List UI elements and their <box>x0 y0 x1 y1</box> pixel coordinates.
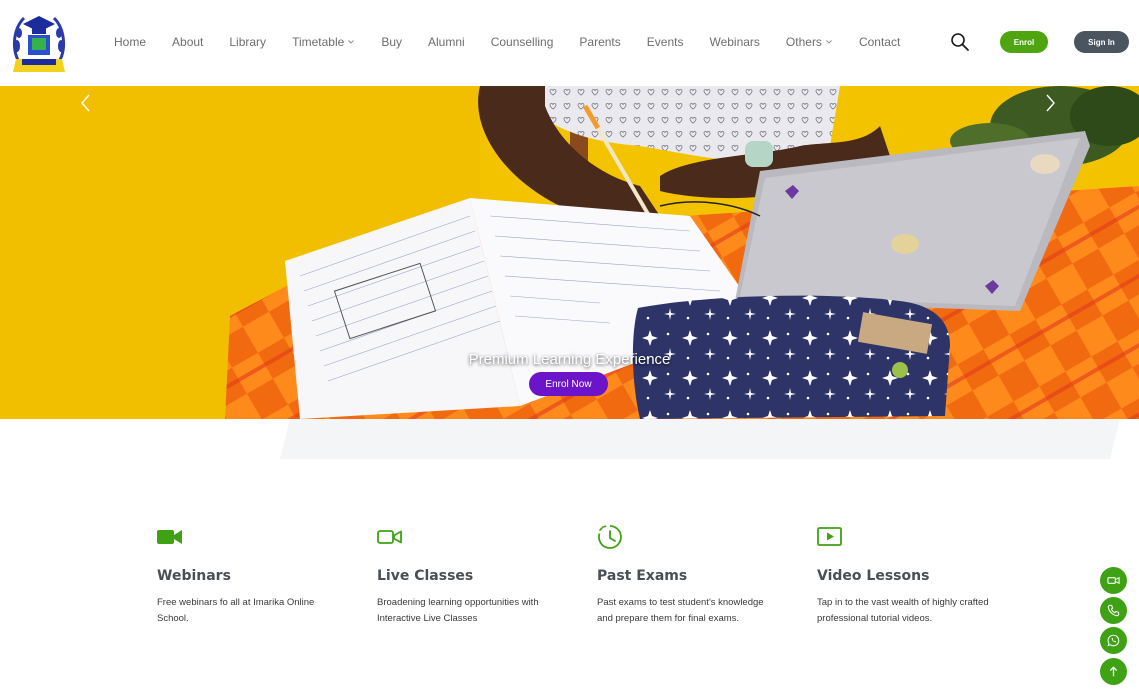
video-outline-icon <box>377 530 402 544</box>
feature-text: Tap in to the vast wealth of highly craf… <box>817 597 989 624</box>
nav-item-webinars[interactable]: Webinars <box>709 35 759 49</box>
chevron-down-icon <box>348 40 355 44</box>
video-call-button[interactable] <box>1100 567 1127 594</box>
feature-past-exams[interactable]: Past Exams Past exams to test student's … <box>597 524 797 627</box>
video-call-icon <box>1107 576 1120 585</box>
nav-item-library[interactable]: Library <box>229 35 266 49</box>
hero-slider: Premium Learning Experience Enrol Now <box>0 86 1139 419</box>
enrol-now-button[interactable]: Enrol Now <box>529 372 608 396</box>
nav-item-others[interactable]: Others <box>786 35 833 49</box>
whatsapp-icon <box>1107 634 1120 647</box>
nav-item-parents[interactable]: Parents <box>579 35 620 49</box>
nav-item-label: Events <box>646 35 684 49</box>
hero-image <box>0 86 1139 419</box>
feature-text: Past exams to test student's knowledge a… <box>597 597 764 624</box>
nav-item-label: Others <box>785 35 822 49</box>
feature-live-classes[interactable]: Live Classes Broadening learning opportu… <box>377 524 577 627</box>
feature-text: Broadening learning opportunities with I… <box>377 597 539 624</box>
clock-icon <box>598 525 622 549</box>
hero-caption: Premium Learning Experience <box>468 351 671 368</box>
page: Home About Library Timetable Buy Alumni Counse… <box>0 0 1139 692</box>
feature-text: Free webinars fo all at Imarika Online S… <box>157 597 315 624</box>
arrow-up-icon <box>1109 666 1118 677</box>
nav-item-label: Timetable <box>292 35 345 49</box>
nav-item-events[interactable]: Events <box>647 35 684 49</box>
top-navbar: Home About Library Timetable Buy Alumni Counse… <box>0 0 1139 86</box>
decorative-divider <box>280 419 1120 459</box>
chevron-left-icon <box>81 94 90 112</box>
nav-item-label: Contact <box>858 35 901 49</box>
nav-item-home[interactable]: Home <box>114 35 146 49</box>
feature-webinars[interactable]: Webinars Free webinars fo all at Imarika… <box>157 524 357 627</box>
feature-title: Webinars <box>157 568 231 584</box>
whatsapp-button[interactable] <box>1100 627 1127 654</box>
nav-item-label: Alumni <box>428 35 465 49</box>
phone-button[interactable] <box>1100 597 1127 624</box>
feature-title: Video Lessons <box>817 568 930 584</box>
feature-title: Past Exams <box>597 568 688 584</box>
nav-item-timetable[interactable]: Timetable <box>292 35 355 49</box>
enrol-button[interactable]: Enrol <box>1000 31 1048 53</box>
nav-item-buy[interactable]: Buy <box>381 35 402 49</box>
play-box-icon <box>817 527 842 546</box>
scroll-top-button[interactable] <box>1100 658 1127 685</box>
nav-item-contact[interactable]: Contact <box>859 35 900 49</box>
nav-item-label: Library <box>229 35 267 49</box>
slider-next-arrow[interactable] <box>1044 92 1058 114</box>
nav-item-about[interactable]: About <box>172 35 203 49</box>
nav-item-alumni[interactable]: Alumni <box>428 35 465 49</box>
chevron-down-icon <box>826 40 832 44</box>
nav-item-counselling[interactable]: Counselling <box>491 35 554 49</box>
nav-item-label: Webinars <box>709 35 760 49</box>
sign-in-button[interactable]: Sign In <box>1074 31 1129 53</box>
nav-item-label: Home <box>114 35 147 49</box>
feature-title: Live Classes <box>377 568 474 584</box>
slider-prev-arrow[interactable] <box>78 92 92 114</box>
video-camera-icon <box>157 530 182 544</box>
chevron-right-icon <box>1046 94 1055 112</box>
nav-item-label: About <box>172 35 204 49</box>
phone-icon <box>1107 604 1120 617</box>
nav-item-label: Parents <box>579 35 621 49</box>
feature-video-lessons[interactable]: Video Lessons Tap in to the vast wealth … <box>817 524 1017 627</box>
search-icon[interactable] <box>950 32 970 52</box>
school-logo[interactable] <box>10 8 68 78</box>
nav-item-label: Counselling <box>490 35 554 49</box>
nav-item-label: Buy <box>381 35 402 49</box>
main-nav: Home About Library Timetable Buy Alumni Counse… <box>114 33 926 51</box>
